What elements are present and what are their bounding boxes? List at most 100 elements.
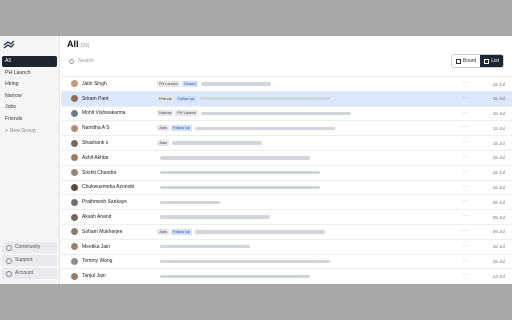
table-row[interactable]: Meetika Jain ··· 15 Jul [61, 238, 512, 254]
sidebar-item-ph-launch[interactable]: PH Launch [2, 68, 57, 79]
row-date: 15 Jul [492, 111, 505, 117]
board-view-button[interactable]: Board [451, 55, 481, 67]
table-row[interactable]: Soham Mukherjee Jobs Follow Up ··· 09 Jul [61, 223, 512, 239]
contact-name: Akash Anand [82, 214, 112, 221]
table-row[interactable]: Srishti Chandra ··· 15 Jul [61, 164, 512, 180]
table-row[interactable]: Prathmesh Sankaye ··· 09 Jul [61, 194, 512, 209]
message-preview-blurred [160, 156, 310, 160]
app-window: All PH Launch Hiring Narrow Jobs Friends… [0, 36, 512, 284]
avatar [71, 139, 78, 147]
table-row[interactable]: Tommy Wang ··· 15 Jul [61, 253, 512, 269]
table-row[interactable]: Namitha A S Jobs Follow Up ··· 15 Jul [61, 120, 512, 135]
tag-list: Jobs Follow Up [157, 125, 192, 132]
new-group-button[interactable]: + New Group [2, 126, 57, 137]
more-options-icon[interactable]: ··· [462, 243, 468, 249]
avatar [71, 109, 78, 117]
contact-name: Soham Mukherjee [82, 228, 123, 235]
contact-name: Mohit Vishwakarma [82, 110, 126, 117]
board-icon [455, 58, 461, 64]
avatar [71, 95, 78, 103]
search-icon [69, 58, 74, 64]
message-preview-blurred [160, 244, 250, 249]
more-options-icon[interactable]: ··· [462, 110, 468, 116]
row-date: 15 Jul [492, 170, 505, 176]
message-preview-blurred [199, 96, 330, 101]
avatar [71, 183, 78, 191]
tag-badge[interactable]: Follow Up [171, 125, 192, 132]
view-toggle: Board List [450, 54, 504, 68]
message-preview-blurred [160, 274, 310, 278]
row-date: 15 Jul [492, 259, 505, 265]
sidebar-item-narrow[interactable]: Narrow [2, 91, 57, 102]
item-count: (99) [80, 43, 90, 49]
more-options-icon[interactable]: ··· [462, 154, 468, 160]
list-view-button[interactable]: List [480, 55, 503, 67]
row-date: 15 Jul [492, 96, 505, 102]
search-bar[interactable]: Search [69, 58, 94, 64]
more-options-icon[interactable]: ··· [462, 272, 468, 278]
contact-name: Prathmesh Sankaye [82, 199, 128, 206]
contact-name: Meetika Jain [82, 243, 111, 250]
table-row[interactable]: Jatin Singh PH Launch Closed ··· 15 Jul [61, 76, 512, 91]
tag-badge[interactable]: Jobs [157, 125, 170, 132]
message-preview-blurred [201, 111, 352, 116]
tag-badge[interactable]: Closed [181, 80, 198, 87]
table-row[interactable]: Ashif Akhtar ··· 15 Jul [61, 149, 512, 165]
tag-list: PH Launch Closed [157, 80, 198, 87]
tag-badge[interactable]: PH Launch [157, 80, 180, 87]
row-date: 09 Jul [492, 199, 505, 205]
tag-badge[interactable]: Follow Up [171, 228, 192, 235]
row-date: 09 Jul [492, 214, 505, 220]
more-options-icon[interactable]: ··· [462, 169, 468, 175]
sidebar-item-jobs[interactable]: Jobs [2, 102, 57, 113]
sidebar-item-all[interactable]: All [2, 56, 57, 67]
more-options-icon[interactable]: ··· [462, 184, 468, 190]
contact-name: Chukwuemeka Azonobi [82, 184, 135, 191]
table-row[interactable]: Tanjul Jain ··· 13 Jul [61, 268, 512, 283]
sidebar: All PH Launch Hiring Narrow Jobs Friends… [0, 36, 60, 284]
more-options-icon[interactable]: ··· [462, 124, 468, 130]
table-row[interactable]: Shashank s Jobs ··· 15 Jul [61, 135, 512, 150]
tag-list: Narrow PH Launch [157, 110, 199, 117]
tag-badge[interactable]: PH Launch [175, 110, 199, 117]
sidebar-nav: All PH Launch Hiring Narrow Jobs Friends… [2, 56, 57, 137]
contact-name: Shashank s [82, 140, 109, 147]
more-options-icon[interactable]: ··· [462, 198, 468, 204]
sidebar-item-hiring[interactable]: Hiring [2, 79, 57, 90]
table-row[interactable]: Akash Anand ··· 09 Jul [61, 209, 512, 224]
table-row[interactable]: Sriram Pant Friends Follow Up ··· 15 Jul [61, 90, 512, 106]
avatar [71, 213, 78, 221]
table-row[interactable]: Chukwuemeka Azonobi ··· 15 Jul [61, 179, 512, 195]
tag-list: Friends Follow Up [157, 95, 197, 102]
tag-badge[interactable]: Narrow [157, 110, 174, 117]
contact-name: Sriram Pant [82, 95, 109, 102]
page-title-text: All [67, 39, 79, 49]
sidebar-item-friends[interactable]: Friends [2, 114, 57, 125]
message-preview-blurred [172, 141, 263, 145]
board-label: Board [462, 58, 477, 64]
tag-badge[interactable]: Jobs [157, 140, 170, 147]
row-date: 13 Jul [492, 273, 505, 279]
more-options-icon[interactable]: ··· [462, 80, 468, 86]
tag-badge[interactable]: Follow Up [175, 95, 197, 102]
community-button[interactable]: Community [2, 242, 57, 253]
contact-name: Jatin Singh [82, 80, 107, 87]
contact-name: Ashif Akhtar [82, 154, 109, 161]
more-options-icon[interactable]: ··· [462, 139, 468, 145]
message-preview-blurred [200, 82, 271, 86]
tag-badge[interactable]: Friends [157, 95, 174, 102]
message-preview-blurred [160, 215, 270, 219]
list-icon [484, 58, 490, 64]
avatar [71, 228, 78, 236]
row-date: 15 Jul [492, 81, 505, 87]
tag-list: Jobs Follow Up [157, 228, 192, 235]
more-options-icon[interactable]: ··· [462, 213, 468, 219]
tag-badge[interactable]: Jobs [157, 228, 170, 235]
more-options-icon[interactable]: ··· [462, 228, 468, 234]
table-row[interactable]: Mohit Vishwakarma Narrow PH Launch ··· 15 Ju… [61, 105, 512, 121]
support-button[interactable]: Support [2, 255, 57, 266]
more-options-icon[interactable]: ··· [462, 95, 468, 101]
account-button[interactable]: Account [2, 268, 57, 279]
logo-icon [3, 40, 15, 49]
more-options-icon[interactable]: ··· [462, 258, 468, 264]
